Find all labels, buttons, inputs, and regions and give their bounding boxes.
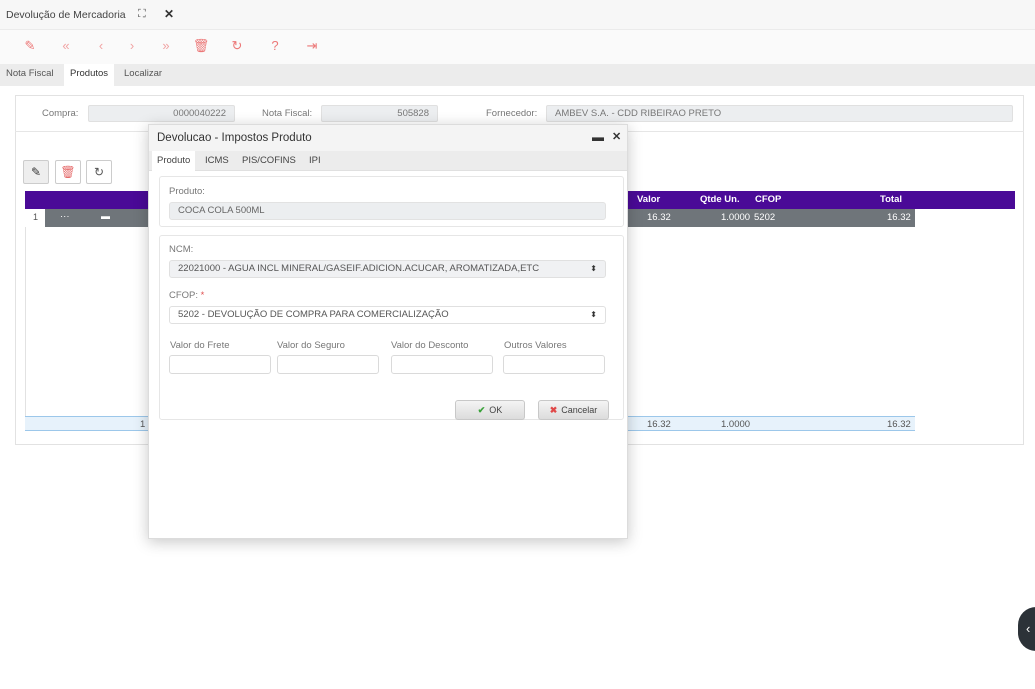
tab-pis-cofins[interactable]: PIS/COFINS: [237, 151, 301, 171]
last-icon[interactable]: »: [156, 36, 176, 56]
dialog-titlebar[interactable]: Devolucao - Impostos Produto ▬ ✕: [149, 125, 627, 151]
side-panel-toggle[interactable]: ‹: [1018, 607, 1035, 651]
tab-produtos[interactable]: Produtos: [64, 64, 115, 86]
ncm-select[interactable]: 22021000 - AGUA INCL MINERAL/GASEIF.ADIC…: [169, 260, 606, 278]
nota-fiscal-field[interactable]: 505828: [321, 105, 438, 122]
help-icon[interactable]: ?: [265, 36, 285, 56]
column-valor[interactable]: Valor: [637, 194, 660, 205]
seguro-field[interactable]: [277, 355, 379, 374]
compra-field[interactable]: 0000040222: [88, 105, 235, 122]
ok-button[interactable]: ✔ OK: [455, 400, 525, 420]
impostos-produto-dialog: Devolucao - Impostos Produto ▬ ✕ Produto…: [148, 124, 628, 539]
cfop-value: 5202 - DEVOLUÇÃO DE COMPRA PARA COMERCIA…: [178, 309, 449, 320]
grid-border: [25, 227, 26, 417]
row-qtde: 1.0000: [721, 212, 751, 223]
app-window: Devolução de Mercadoria ⛶ ✕ ✎ « ‹ › » 🗑 …: [0, 0, 1035, 689]
frete-field[interactable]: [169, 355, 271, 374]
dialog-tab-bar: Produto ICMS PIS/COFINS IPI: [149, 151, 627, 171]
footer-qtde: 1.0000: [721, 419, 751, 430]
next-icon[interactable]: ›: [122, 36, 142, 56]
row-index: 1: [25, 209, 45, 227]
tab-bar: Nota Fiscal Produtos Localizar: [0, 64, 1035, 86]
fornecedor-label: Fornecedor:: [486, 108, 538, 119]
close-icon[interactable]: ✕: [612, 130, 621, 143]
frete-label: Valor do Frete: [170, 340, 230, 351]
expand-icon[interactable]: ⛶: [138, 8, 146, 21]
column-cfop[interactable]: CFOP: [755, 194, 781, 205]
footer-count: 1: [140, 419, 146, 430]
close-icon[interactable]: ✕: [164, 7, 174, 21]
seguro-label: Valor do Seguro: [277, 340, 345, 351]
required-marker: *: [200, 290, 205, 301]
pencil-icon[interactable]: ✎: [20, 36, 40, 56]
row-save-icon[interactable]: ▬: [101, 211, 110, 221]
row-menu-icon[interactable]: ···: [60, 211, 70, 222]
window-tab-bar: Devolução de Mercadoria ⛶ ✕: [0, 0, 1035, 30]
trash-icon[interactable]: 🗑: [191, 36, 211, 56]
cfop-select[interactable]: 5202 - DEVOLUÇÃO DE COMPRA PARA COMERCIA…: [169, 306, 606, 324]
column-total[interactable]: Total: [880, 194, 902, 205]
refresh-icon[interactable]: ↻: [227, 36, 247, 56]
footer-total: 16.32: [887, 419, 911, 430]
refresh-items-button[interactable]: ↻: [86, 160, 112, 184]
produto-field[interactable]: COCA COLA 500ML: [169, 202, 606, 220]
toolbar: ✎ « ‹ › » 🗑 ↻ ? ⇥: [0, 30, 1035, 64]
dialog-title: Devolucao - Impostos Produto: [157, 132, 312, 144]
ncm-label: NCM:: [169, 244, 194, 255]
tab-ipi[interactable]: IPI: [304, 151, 326, 171]
minimize-icon[interactable]: ▬: [592, 130, 604, 144]
check-icon: ✔: [477, 405, 486, 415]
compra-label: Compra:: [42, 108, 79, 119]
edit-item-button[interactable]: ✎: [23, 160, 49, 184]
tab-nota-fiscal[interactable]: Nota Fiscal: [0, 64, 60, 86]
row-valor: 16.32: [647, 212, 671, 223]
x-icon: ✖: [549, 405, 558, 415]
desconto-field[interactable]: [391, 355, 493, 374]
nota-fiscal-label: Nota Fiscal:: [262, 108, 313, 119]
trash-icon: 🗑: [60, 165, 76, 179]
cfop-label-text: CFOP:: [169, 290, 199, 301]
cancel-button[interactable]: ✖ Cancelar: [538, 400, 609, 420]
column-qtde[interactable]: Qtde Un.: [700, 194, 740, 205]
tab-localizar[interactable]: Localizar: [118, 64, 168, 86]
tab-produto[interactable]: Produto: [152, 151, 196, 171]
ncm-value: 22021000 - AGUA INCL MINERAL/GASEIF.ADIC…: [178, 263, 540, 274]
window-title[interactable]: Devolução de Mercadoria: [6, 9, 126, 21]
tab-icms[interactable]: ICMS: [200, 151, 234, 171]
outros-field[interactable]: [503, 355, 605, 374]
fornecedor-field[interactable]: AMBEV S.A. - CDD RIBEIRAO PRETO: [546, 105, 1013, 122]
ok-label: OK: [489, 405, 503, 415]
edit-icon: ✎: [30, 165, 42, 179]
refresh-icon: ↻: [93, 165, 105, 179]
cancel-label: Cancelar: [561, 405, 598, 415]
prev-icon[interactable]: ‹: [91, 36, 111, 56]
select-arrows-icon: ⬍: [590, 310, 597, 319]
cfop-label: CFOP: *: [169, 290, 204, 301]
produto-label: Produto:: [169, 186, 205, 197]
exit-icon[interactable]: ⇥: [302, 36, 322, 56]
row-total: 16.32: [887, 212, 911, 223]
row-cfop: 5202: [754, 212, 776, 223]
outros-label: Outros Valores: [504, 340, 567, 351]
desconto-label: Valor do Desconto: [391, 340, 469, 351]
first-icon[interactable]: «: [56, 36, 76, 56]
chevron-left-icon: ‹: [1026, 621, 1031, 636]
delete-item-button[interactable]: 🗑: [55, 160, 81, 184]
select-arrows-icon: ⬍: [590, 264, 597, 273]
footer-valor: 16.32: [647, 419, 671, 430]
